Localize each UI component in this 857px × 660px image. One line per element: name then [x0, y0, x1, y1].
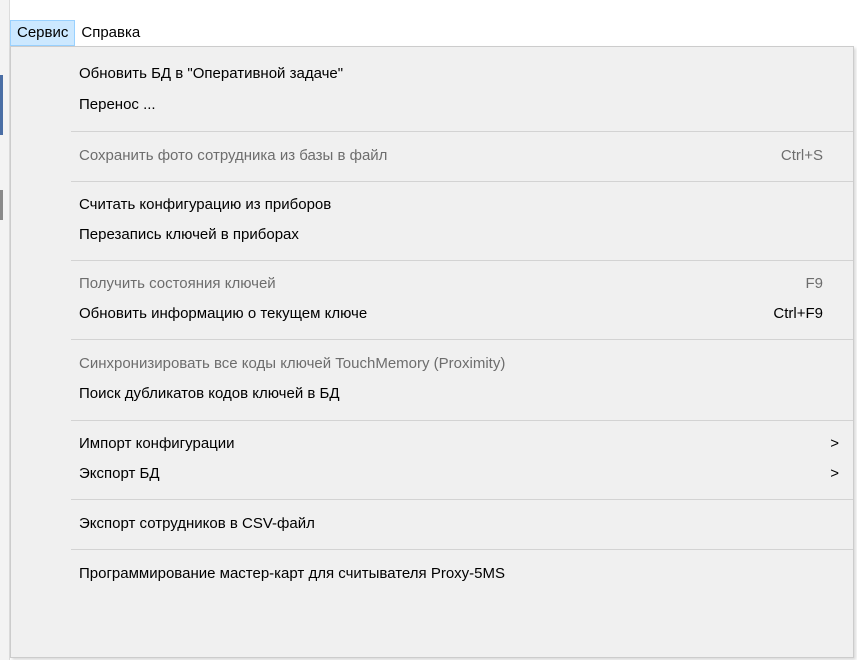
menu-item-label: Перенос ... [79, 96, 156, 113]
app-window: Сервис Справка Обновить БД в "Оперативно… [0, 0, 857, 660]
menu-item-label: Сохранить фото сотрудника из базы в файл [79, 147, 388, 164]
menu-item-label: Получить состояния ключей [79, 275, 276, 292]
menu-item-label: Программирование мастер-карт для считыва… [79, 565, 505, 582]
menu-item-import-config[interactable]: Импорт конфигурации > [11, 429, 853, 459]
menu-item-sync-key-codes: Синхронизировать все коды ключей TouchMe… [11, 349, 853, 379]
menu-item-find-duplicates[interactable]: Поиск дубликатов кодов ключей в БД [11, 379, 853, 409]
menu-item-label: Обновить БД в "Оперативной задаче" [79, 65, 344, 82]
menu-item-read-config[interactable]: Считать конфигурацию из приборов [11, 190, 853, 220]
menu-separator [71, 339, 853, 340]
menu-item-get-key-states: Получить состояния ключей F9 [11, 269, 853, 299]
menu-separator [71, 131, 853, 132]
menu-item-update-key-info[interactable]: Обновить информацию о текущем ключе Ctrl… [11, 299, 853, 329]
menu-item-label: Экспорт сотрудников в CSV-файл [79, 515, 315, 532]
menu-item-label: Обновить информацию о текущем ключе [79, 305, 368, 322]
menu-item-export-employees-csv[interactable]: Экспорт сотрудников в CSV-файл [11, 509, 853, 539]
menu-item-label: Считать конфигурацию из приборов [79, 196, 332, 213]
menu-item-rewrite-keys[interactable]: Перезапись ключей в приборах [11, 220, 853, 250]
menu-item-label: Поиск дубликатов кодов ключей в БД [79, 385, 340, 402]
menu-item-program-master-cards[interactable]: Программирование мастер-карт для считыва… [11, 559, 853, 589]
menu-item-label: Экспорт БД [79, 465, 160, 482]
background-window-edge [0, 0, 10, 660]
menubar: Сервис Справка [10, 20, 857, 46]
chevron-right-icon: > [830, 435, 839, 452]
chevron-right-icon: > [830, 465, 839, 482]
menu-separator [71, 181, 853, 182]
menu-item-shortcut: Ctrl+F9 [773, 305, 823, 322]
menu-separator [71, 260, 853, 261]
menu-item-label: Синхронизировать все коды ключей TouchMe… [79, 355, 506, 372]
menu-item-shortcut: Ctrl+S [780, 147, 823, 164]
menu-item-transfer[interactable]: Перенос ... [11, 90, 853, 120]
menu-separator [71, 499, 853, 500]
background-accent [0, 75, 3, 135]
menu-item-export-db[interactable]: Экспорт БД > [11, 459, 853, 489]
menu-item-shortcut: F9 [805, 275, 823, 292]
menu-item-save-photo: Сохранить фото сотрудника из базы в файл… [11, 141, 853, 171]
menu-separator [71, 420, 853, 421]
menu-item-update-db[interactable]: Обновить БД в "Оперативной задаче" [11, 59, 853, 89]
menu-item-label: Импорт конфигурации [79, 435, 235, 452]
menu-separator [71, 549, 853, 550]
background-accent-secondary [0, 190, 3, 220]
menubar-item-service[interactable]: Сервис [10, 20, 76, 46]
service-dropdown-menu: Обновить БД в "Оперативной задаче" Перен… [10, 46, 854, 658]
menubar-item-help[interactable]: Справка [75, 20, 146, 46]
menu-item-label: Перезапись ключей в приборах [79, 226, 299, 243]
